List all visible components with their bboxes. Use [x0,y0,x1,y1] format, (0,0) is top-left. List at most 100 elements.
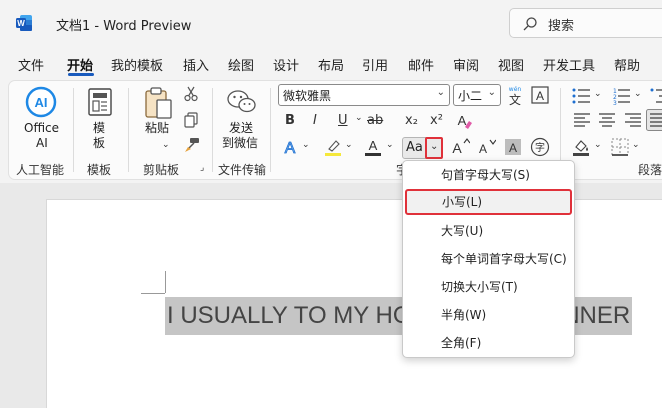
group-label-transfer: 文件传输 [218,163,267,177]
highlighter-icon[interactable] [324,138,342,156]
tab-design[interactable]: 设计 [273,55,299,74]
tab-references[interactable]: 引用 [362,55,388,74]
change-case-dropdown[interactable]: ⌄ [425,137,443,159]
paste-dropdown-icon[interactable]: ⌄ [162,140,170,150]
clipboard-launcher-icon[interactable]: ⌟ [200,163,204,173]
multilevel-list-icon[interactable] [650,87,662,105]
tab-draw[interactable]: 绘图 [228,55,254,74]
tab-view[interactable]: 视图 [498,55,524,74]
template-label-1[interactable]: 模 [93,121,105,136]
grow-font-icon[interactable]: A [450,137,470,157]
numbering-icon[interactable]: 123 [611,87,631,105]
borders-icon[interactable] [611,138,629,156]
font-color-dropdown-icon[interactable]: ⌄ [386,140,394,150]
shrink-font-icon[interactable]: A [476,137,496,157]
justify-icon[interactable] [646,109,662,131]
subscript-icon[interactable]: x₂ [405,113,418,128]
office-ai-icon[interactable]: AI [25,86,57,118]
send-wechat-label-1[interactable]: 发送 [229,121,253,136]
font-color-icon[interactable]: A [364,137,382,157]
svg-text:wén: wén [509,86,522,93]
search-placeholder: 搜索 [548,19,575,34]
active-tab-indicator [68,73,94,76]
tab-developer[interactable]: 开发工具 [543,55,595,74]
clear-formatting-icon[interactable]: A [455,112,473,130]
font-name-value: 微软雅黑 [283,89,332,103]
underline-dropdown-icon[interactable]: ⌄ [355,113,363,123]
italic-icon[interactable]: I [313,113,317,128]
paste-label[interactable]: 粘贴 [145,121,169,136]
ribbon-tabs: 文件 开始 我的模板 插入 绘图 设计 布局 引用 邮件 审阅 视图 开发工具 … [0,50,662,76]
align-left-icon[interactable] [573,113,591,127]
office-ai-label-2[interactable]: AI [36,136,48,151]
character-border-icon[interactable]: A [531,86,549,104]
character-shading-icon[interactable]: A [504,138,522,156]
tab-home[interactable]: 开始 [67,55,93,74]
paste-icon[interactable] [143,86,173,120]
group-separator [270,88,271,172]
group-label-clipboard: 剪贴板 [143,163,180,177]
tab-help[interactable]: 帮助 [614,55,640,74]
phonetic-guide-icon[interactable]: wén 文 [506,84,524,106]
chevron-down-icon: ⌄ [430,141,439,152]
title-bar: W 文档1 - Word Preview 搜索 [0,0,662,46]
office-ai-label-1[interactable]: Office [24,121,59,136]
menu-item-full-width[interactable]: 全角(F) [403,330,574,356]
margin-marker [165,271,166,293]
font-size-combobox[interactable]: 小二 ⌄ [453,84,501,106]
format-painter-icon[interactable] [183,137,201,153]
font-name-combobox[interactable]: 微软雅黑 ⌄ [278,84,450,106]
svg-text:A: A [479,142,487,156]
menu-item-lowercase[interactable]: 小写(L) [405,189,572,215]
svg-text:A: A [369,138,378,153]
template-label-2[interactable]: 板 [93,136,105,151]
font-size-value: 小二 [458,89,483,103]
menu-item-capitalize-each-word[interactable]: 每个单词首字母大写(C) [403,246,574,272]
copy-icon[interactable] [183,112,199,128]
bullets-dropdown-icon[interactable]: ⌄ [594,89,602,99]
underline-icon[interactable]: U [338,113,348,128]
svg-text:AI: AI [35,95,48,110]
change-case-button[interactable]: Aa ⌄ [402,137,443,159]
menu-item-sentence-case[interactable]: 句首字母大写(S) [403,162,574,188]
change-case-label: Aa [406,140,423,155]
borders-dropdown-icon[interactable]: ⌄ [632,140,640,150]
menu-item-half-width[interactable]: 半角(W) [403,302,574,328]
tab-insert[interactable]: 插入 [183,55,209,74]
highlighter-dropdown-icon[interactable]: ⌄ [345,140,353,150]
tab-file[interactable]: 文件 [18,55,44,74]
svg-text:文: 文 [509,92,521,106]
template-icon[interactable] [87,88,113,116]
window-title: 文档1 - Word Preview [56,19,192,34]
align-center-icon[interactable] [598,113,616,127]
word-icon[interactable]: W [15,14,33,32]
bullets-icon[interactable] [571,87,591,105]
tab-layout[interactable]: 布局 [318,55,344,74]
tab-my-templates[interactable]: 我的模板 [111,55,163,74]
text-effects-dropdown-icon[interactable]: ⌄ [302,140,310,150]
align-right-icon[interactable] [624,113,642,127]
shading-dropdown-icon[interactable]: ⌄ [594,140,602,150]
svg-text:3: 3 [613,100,617,105]
chevron-down-icon[interactable]: ⌄ [488,87,496,98]
group-separator [212,88,213,172]
superscript-icon[interactable]: x² [430,113,443,128]
menu-item-toggle-case[interactable]: 切换大小写(T) [403,274,574,300]
strikethrough-icon[interactable]: ab [367,113,383,128]
shading-icon[interactable] [572,138,592,156]
group-separator [73,88,74,172]
tab-mailings[interactable]: 邮件 [408,55,434,74]
tab-review[interactable]: 审阅 [453,55,479,74]
search-box[interactable]: 搜索 [509,8,662,38]
wechat-icon[interactable] [227,89,257,115]
svg-text:W: W [17,19,25,28]
cut-icon[interactable] [183,86,199,102]
chevron-down-icon[interactable]: ⌄ [437,87,445,98]
send-wechat-label-2[interactable]: 到微信 [222,136,258,151]
text-effects-icon[interactable]: A [281,138,299,156]
bold-icon[interactable]: B [285,113,295,128]
enclose-characters-icon[interactable]: 字 [530,137,550,157]
numbering-dropdown-icon[interactable]: ⌄ [634,89,642,99]
svg-text:A: A [509,141,517,155]
menu-item-uppercase[interactable]: 大写(U) [403,218,574,244]
